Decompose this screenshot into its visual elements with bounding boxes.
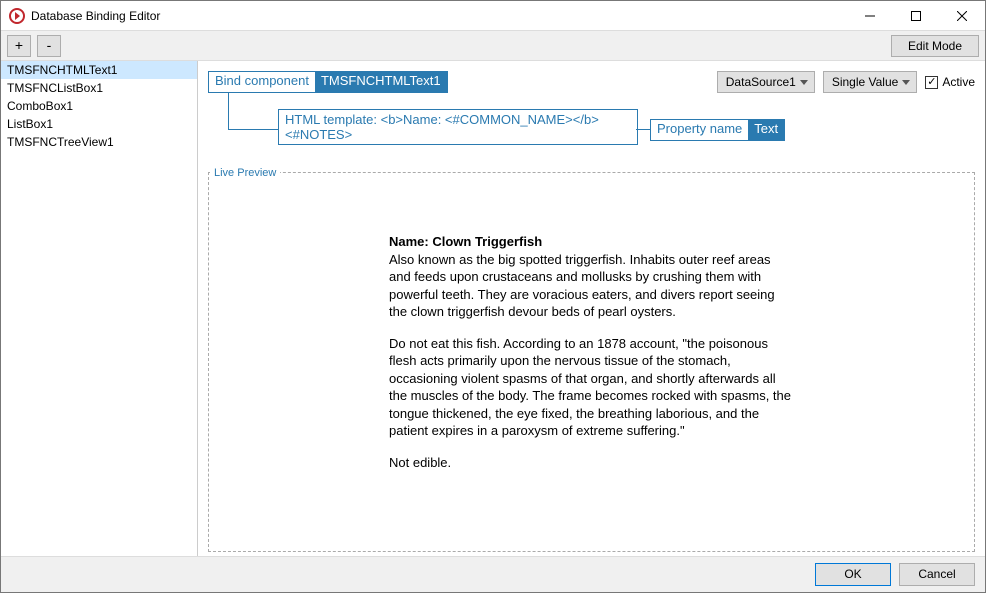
html-template-box[interactable]: HTML template: <b>Name: <#COMMON_NAME></… <box>278 109 638 145</box>
window-title: Database Binding Editor <box>31 9 160 23</box>
checkbox-icon: ✓ <box>925 76 938 89</box>
binding-diagram: HTML template: <b>Name: <#COMMON_NAME></… <box>208 99 975 159</box>
live-preview-box: Name: Clown Triggerfish Also known as th… <box>208 172 975 552</box>
datasource-value: DataSource1 <box>726 75 796 89</box>
bind-component-value: TMSFNCHTMLText1 <box>315 72 447 92</box>
preview-text: Not edible. <box>389 454 794 472</box>
mode-select[interactable]: Single Value <box>823 71 918 93</box>
property-label: Property name <box>651 120 748 140</box>
edit-mode-button[interactable]: Edit Mode <box>891 35 979 57</box>
datasource-select[interactable]: DataSource1 <box>717 71 815 93</box>
preview-text: Also known as the big spotted triggerfis… <box>389 252 775 320</box>
close-button[interactable] <box>939 1 985 31</box>
main-area: TMSFNCHTMLText1 TMSFNCListBox1 ComboBox1… <box>1 61 985 556</box>
ok-button[interactable]: OK <box>815 563 891 586</box>
bind-component-box: Bind component TMSFNCHTMLText1 <box>208 71 448 93</box>
list-item[interactable]: TMSFNCTreeView1 <box>1 133 197 151</box>
bind-component-label: Bind component <box>209 72 315 92</box>
property-box: Property name Text <box>650 119 785 141</box>
cancel-button[interactable]: Cancel <box>899 563 975 586</box>
add-button[interactable]: + <box>7 35 31 57</box>
list-item[interactable]: TMSFNCHTMLText1 <box>1 61 197 79</box>
list-item[interactable]: ListBox1 <box>1 115 197 133</box>
preview-text: Do not eat this fish. According to an 18… <box>389 335 794 440</box>
mode-value: Single Value <box>832 75 899 89</box>
binding-top-row: Bind component TMSFNCHTMLText1 DataSourc… <box>208 71 975 93</box>
active-label: Active <box>942 75 975 89</box>
content-area: Bind component TMSFNCHTMLText1 DataSourc… <box>198 61 985 556</box>
component-list[interactable]: TMSFNCHTMLText1 TMSFNCListBox1 ComboBox1… <box>1 61 198 556</box>
connector-line <box>228 129 278 130</box>
app-icon <box>9 8 25 24</box>
preview-name-header: Name: Clown Triggerfish <box>389 234 542 249</box>
list-item[interactable]: TMSFNCListBox1 <box>1 79 197 97</box>
active-checkbox[interactable]: ✓ Active <box>925 75 975 89</box>
property-value: Text <box>748 120 784 140</box>
toolbar: + - Edit Mode <box>1 31 985 61</box>
titlebar: Database Binding Editor <box>1 1 985 31</box>
connector-line <box>636 129 650 130</box>
remove-button[interactable]: - <box>37 35 61 57</box>
maximize-button[interactable] <box>893 1 939 31</box>
list-item[interactable]: ComboBox1 <box>1 97 197 115</box>
connector-line <box>228 93 229 129</box>
footer: OK Cancel <box>1 556 985 592</box>
minimize-button[interactable] <box>847 1 893 31</box>
